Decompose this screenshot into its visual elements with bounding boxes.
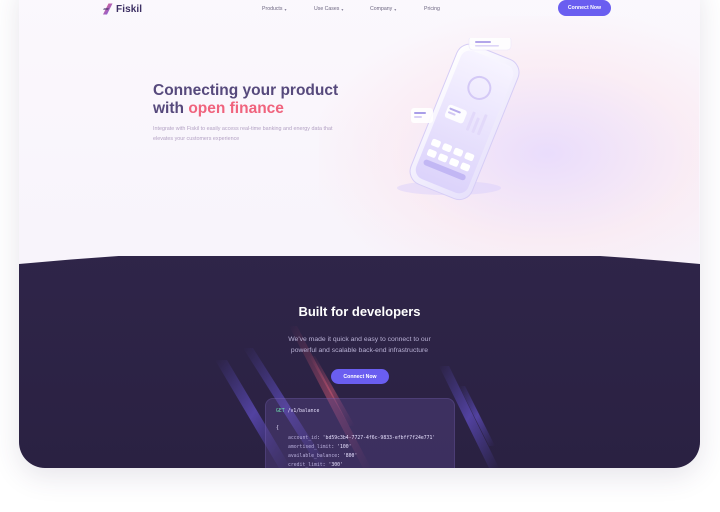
developers-title: Built for developers xyxy=(298,304,421,319)
nav-use-cases[interactable]: Use Cases ▾ xyxy=(314,6,343,12)
code-line: credit_limit: '300' xyxy=(288,463,343,468)
developers-subtitle: We've made it quick and easy to connect … xyxy=(19,334,700,356)
hero-title-line1: Connecting your product xyxy=(153,82,339,99)
top-nav: Fiskil Products ▾ Use Cases ▾ Company ▾ … xyxy=(19,0,700,22)
code-request-line: GET /v1/balance xyxy=(276,409,319,414)
code-key: available_balance xyxy=(288,454,338,459)
hero-subtitle: Integrate with Fiskil to easily access r… xyxy=(153,124,383,144)
code-key: account_id xyxy=(288,436,317,441)
hero-title-line2: with open finance xyxy=(153,100,338,118)
code-value: '800' xyxy=(342,454,358,459)
code-line: amortised_limit: '100' xyxy=(288,445,352,450)
hero-title-accent: open finance xyxy=(188,99,284,117)
page-card: Fiskil Products ▾ Use Cases ▾ Company ▾ … xyxy=(19,0,700,468)
chevron-down-icon: ▾ xyxy=(341,6,344,12)
chevron-down-icon: ▾ xyxy=(284,6,287,12)
code-open-brace: { xyxy=(276,426,279,431)
hero-title: Connecting your product with open financ… xyxy=(153,82,338,117)
code-line: account_id: 'bd59c3b4-7727-4f6c-9833-efb… xyxy=(288,436,436,441)
hero-subtitle-line1: Integrate with Fiskil to easily access r… xyxy=(153,126,333,132)
logo-mark-icon xyxy=(103,3,113,15)
brand-name: Fiskil xyxy=(116,3,143,15)
brand-logo[interactable]: Fiskil xyxy=(102,3,142,15)
nav-pricing-label: Pricing xyxy=(424,6,440,12)
nav-company[interactable]: Company ▾ xyxy=(370,6,396,12)
code-path: /v1/balance xyxy=(287,409,320,414)
code-key: amortised_limit xyxy=(288,445,332,450)
code-line: available_balance: '800' xyxy=(288,454,358,459)
code-value: '300' xyxy=(328,463,343,468)
developers-subtitle-line2: powerful and scalable back-end infrastru… xyxy=(290,347,429,354)
developers-subtitle-line1: We've made it quick and easy to connect … xyxy=(288,336,431,343)
nav-products[interactable]: Products ▾ xyxy=(262,6,287,12)
hero-title-prefix: with xyxy=(153,99,189,117)
code-value: 'bd59c3b4-7727-4f6c-9833-efbff7f24e771' xyxy=(322,436,436,441)
nav-products-label: Products xyxy=(262,6,283,12)
developers-connect-now-button[interactable]: Connect Now xyxy=(331,369,389,384)
code-snippet-card: GET /v1/balance { account_id: 'bd59c3b4-… xyxy=(265,398,455,468)
phone-illustration xyxy=(397,38,520,201)
chevron-down-icon: ▾ xyxy=(394,6,397,12)
connect-now-button[interactable]: Connect Now xyxy=(558,0,611,16)
nav-company-label: Company xyxy=(370,6,393,12)
code-method: GET xyxy=(276,409,285,414)
nav-pricing[interactable]: Pricing xyxy=(424,6,440,12)
hero-subtitle-line2: elevates your customers experience xyxy=(153,136,240,142)
code-value: '100' xyxy=(337,445,352,450)
nav-use-cases-label: Use Cases xyxy=(314,6,340,12)
code-key: credit_limit xyxy=(288,463,323,468)
